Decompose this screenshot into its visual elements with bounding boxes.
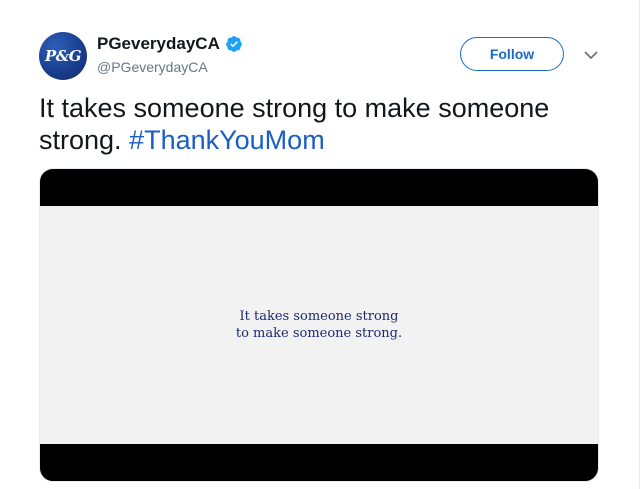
account-handle[interactable]: @PGeverydayCA: [97, 59, 208, 75]
video-player[interactable]: It takes someone strong to make someone …: [39, 168, 599, 482]
hashtag-link[interactable]: #ThankYouMom: [129, 125, 325, 155]
avatar[interactable]: P&G: [39, 32, 87, 80]
display-name[interactable]: PGeverydayCA: [97, 34, 220, 54]
video-caption-line-1: It takes someone strong: [239, 309, 399, 324]
tweet-card: P&G PGeverydayCA @PGeverydayCA Follow It…: [0, 0, 640, 489]
tweet-text: It takes someone strong to make someone …: [39, 92, 609, 156]
chevron-down-icon[interactable]: [582, 46, 600, 64]
video-caption-line-2: to make someone strong.: [235, 326, 403, 341]
follow-button[interactable]: Follow: [460, 37, 564, 71]
video-frame: It takes someone strong to make someone …: [40, 206, 598, 444]
account-name-row: PGeverydayCA: [97, 34, 243, 54]
avatar-logo-text: P&G: [44, 47, 82, 65]
verified-badge-icon: [225, 36, 242, 52]
